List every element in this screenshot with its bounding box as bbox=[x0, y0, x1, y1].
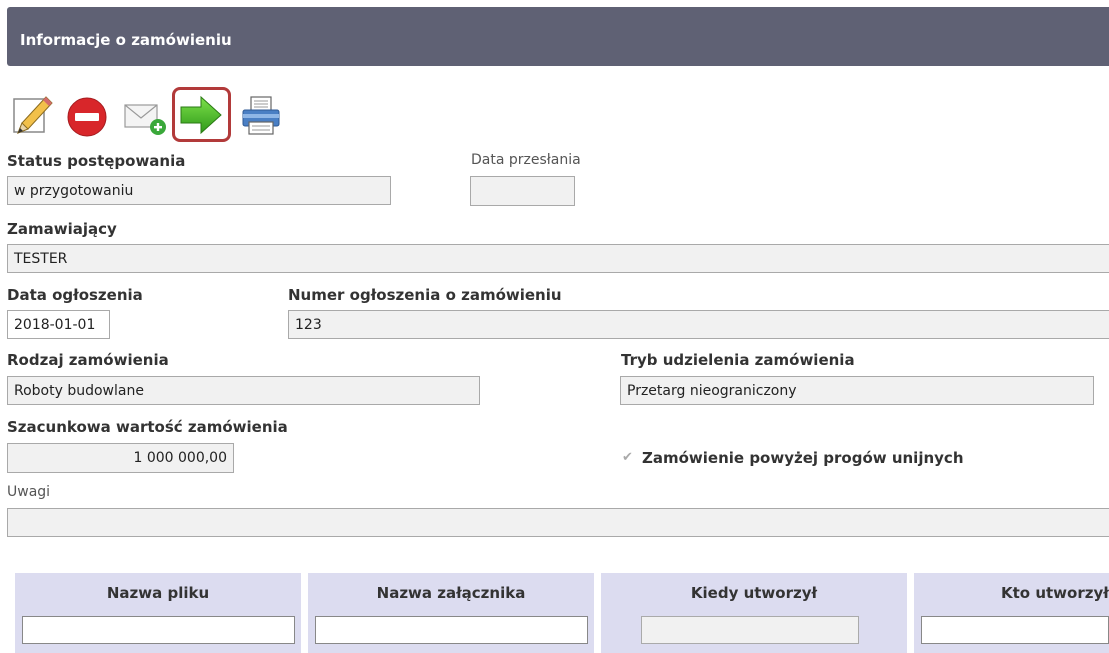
column-header-attachment-name: Nazwa załącznika bbox=[308, 573, 594, 653]
procedure-field[interactable]: Przetarg nieograniczony bbox=[620, 376, 1094, 405]
procedure-label: Tryb udzielenia zamówienia bbox=[621, 351, 855, 369]
print-button[interactable] bbox=[240, 95, 284, 137]
filter-attachment-name-input[interactable] bbox=[315, 616, 588, 644]
notes-field[interactable] bbox=[7, 508, 1109, 537]
column-header-file-name: Nazwa pliku bbox=[15, 573, 301, 653]
status-field[interactable]: w przygotowaniu bbox=[7, 176, 391, 205]
notice-number-label: Numer ogłoszenia o zamówieniu bbox=[288, 286, 562, 304]
filter-created-by-input[interactable] bbox=[921, 616, 1109, 644]
column-title-attachment-name: Nazwa załącznika bbox=[376, 584, 526, 602]
new-message-button[interactable] bbox=[123, 101, 169, 137]
buyer-field[interactable]: TESTER bbox=[7, 244, 1109, 273]
eu-threshold-label: Zamówienie powyżej progów unijnych bbox=[642, 449, 964, 467]
sent-date-label: Data przesłania bbox=[471, 152, 581, 168]
no-entry-icon bbox=[67, 97, 107, 137]
notes-label: Uwagi bbox=[7, 484, 51, 500]
sent-date-field[interactable] bbox=[470, 176, 575, 206]
printer-icon bbox=[242, 96, 280, 135]
estimated-value-field[interactable]: 1 000 000,00 bbox=[7, 443, 234, 473]
notice-date-field[interactable]: 2018-01-01 bbox=[7, 310, 110, 339]
notice-date-label: Data ogłoszenia bbox=[7, 286, 143, 304]
delete-button[interactable] bbox=[66, 96, 108, 138]
order-type-label: Rodzaj zamówienia bbox=[7, 351, 169, 369]
eu-threshold-checkbox[interactable]: ✔ bbox=[622, 451, 636, 465]
edit-button[interactable] bbox=[10, 93, 56, 137]
column-title-created-by: Kto utworzył bbox=[1001, 584, 1109, 602]
section-header: Informacje o zamówieniu bbox=[7, 7, 1109, 66]
pencil-icon bbox=[13, 96, 53, 134]
column-header-created-by: Kto utworzył bbox=[914, 573, 1109, 653]
column-title-file-name: Nazwa pliku bbox=[106, 584, 210, 602]
section-title: Informacje o zamówieniu bbox=[20, 31, 232, 49]
forward-button-highlight bbox=[172, 87, 231, 142]
order-type-field[interactable]: Roboty budowlane bbox=[7, 376, 480, 405]
envelope-add-icon bbox=[124, 104, 166, 135]
notice-number-field[interactable]: 123 bbox=[288, 310, 1109, 339]
filter-file-name-input[interactable] bbox=[22, 616, 295, 644]
filter-created-when-input[interactable] bbox=[641, 616, 859, 644]
column-header-created-when: Kiedy utworzył bbox=[601, 573, 907, 653]
buyer-label: Zamawiający bbox=[7, 220, 117, 238]
estimated-value-label: Szacunkowa wartość zamówienia bbox=[7, 418, 288, 436]
column-title-created-when: Kiedy utworzył bbox=[690, 584, 818, 602]
status-label: Status postępowania bbox=[7, 152, 186, 170]
